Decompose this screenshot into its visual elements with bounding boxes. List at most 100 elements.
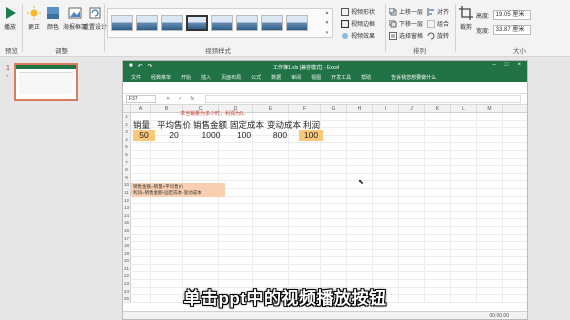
align-button[interactable]: 对齐 <box>427 6 449 17</box>
sheet-cell <box>183 158 219 166</box>
sheet-cell <box>219 150 253 158</box>
sheet-cell <box>451 120 477 128</box>
row-header: 22 <box>123 272 131 280</box>
menu-item: 页面布局 <box>221 74 242 81</box>
color-label: 颜色 <box>46 25 59 31</box>
slide-panel: 1 * <box>0 57 100 320</box>
video-control-bar[interactable]: 00:00.00 <box>123 311 527 319</box>
sheet-cell <box>399 173 425 181</box>
sheet-cell <box>289 188 321 196</box>
video-border-button[interactable]: 视频边框 <box>341 18 375 29</box>
row-header: 3 <box>123 128 131 135</box>
scroll-up-icon[interactable]: ▲ <box>325 10 330 16</box>
sheet-cell <box>131 211 151 219</box>
sheet-cell <box>451 257 477 264</box>
video-style-thumb[interactable] <box>161 15 183 31</box>
video-shape-button[interactable]: 视频形状 <box>341 6 375 17</box>
sheet-row: 5 <box>123 143 527 151</box>
sheet-cell <box>477 226 503 234</box>
video-style-thumb[interactable] <box>211 15 233 31</box>
sheet-cell <box>399 113 425 120</box>
sheet-cell <box>253 196 289 204</box>
sheet-cell <box>183 219 219 226</box>
sheet-cell <box>477 150 503 158</box>
sheet-cell <box>131 234 151 242</box>
sheet-cell <box>347 120 373 128</box>
align-label: 对齐 <box>437 10 450 16</box>
correct-button[interactable]: 更正 <box>27 6 41 31</box>
sheet-row: 17 <box>123 234 527 243</box>
sheet-cell <box>289 166 321 173</box>
video-styles-gallery[interactable]: ▲ ▼ ▾ <box>107 8 333 38</box>
sheet-row: 20 <box>123 257 527 265</box>
height-input[interactable]: 19.05 厘米 <box>492 10 531 20</box>
sheet-cell <box>289 272 321 280</box>
sheet-cell <box>373 234 399 242</box>
sheet-cell <box>347 113 373 120</box>
play-button[interactable]: 播放 <box>3 6 17 31</box>
more-icon[interactable]: ▾ <box>326 30 329 36</box>
sheet-cell <box>219 257 253 264</box>
sheet-cell <box>399 204 425 211</box>
sheet-cell <box>289 181 321 188</box>
sheet-row: 13 <box>123 204 527 212</box>
video-style-thumb[interactable] <box>236 15 258 31</box>
sheet-cell <box>219 211 253 219</box>
sheet-cell <box>321 128 347 135</box>
sheet-cell <box>289 196 321 204</box>
selection-pane-label: 选择窗格 <box>399 34 424 40</box>
video-style-thumb[interactable] <box>261 15 283 31</box>
sheet-cell <box>183 166 219 173</box>
gallery-scroll[interactable]: ▲ ▼ ▾ <box>323 10 331 36</box>
video-style-thumb[interactable] <box>111 15 133 31</box>
video-style-thumb[interactable] <box>136 15 158 31</box>
sheet-cell <box>151 257 183 264</box>
sheet-cell <box>477 257 503 264</box>
video-style-thumb[interactable] <box>286 15 308 31</box>
close-icon: × <box>517 62 521 68</box>
sheet-cell <box>477 181 503 188</box>
sheet-cell <box>399 219 425 226</box>
sheet-cell <box>399 128 425 135</box>
row-header: 9 <box>123 173 131 181</box>
crop-button[interactable]: 裁剪 <box>459 6 473 31</box>
sheet-cell <box>183 249 219 257</box>
rotate-button[interactable]: 旋转 <box>427 30 449 41</box>
row-header: 13 <box>123 204 131 211</box>
width-field[interactable]: 宽度: 33.87 厘米 <box>476 25 531 35</box>
sheet-cell <box>425 196 451 204</box>
sheet-cell <box>321 158 347 166</box>
column-header: B <box>151 105 183 112</box>
send-backward-button[interactable]: 下移一层 <box>389 18 423 29</box>
row-header: 1 <box>123 113 131 120</box>
video-frame[interactable]: ■ ↶ ↷ 工作簿1.xls [兼容模式] - Excel – □ × 文件 经… <box>122 60 528 320</box>
video-effects-button[interactable]: 视频效果 <box>341 30 375 41</box>
sheet-cell <box>373 113 399 120</box>
column-header: F <box>289 105 321 112</box>
row-header: 20 <box>123 257 131 264</box>
bring-forward-button[interactable]: 上移一层 <box>389 6 423 17</box>
sheet-cell <box>321 249 347 257</box>
sheet-cell <box>253 242 289 249</box>
sheet-cell <box>425 166 451 173</box>
column-header: J <box>399 105 425 112</box>
width-input[interactable]: 33.87 厘米 <box>492 25 531 35</box>
sheet-cell <box>451 196 477 204</box>
sheet-cell <box>183 242 219 249</box>
slide-thumbnail[interactable] <box>14 63 78 101</box>
sheet-cell <box>151 204 183 211</box>
group-button[interactable]: 组合 <box>427 18 449 29</box>
color-button[interactable]: 颜色 <box>46 6 60 31</box>
menu-item: 公式 <box>251 74 262 81</box>
video-style-thumb-selected[interactable] <box>186 15 208 31</box>
sheet-cell <box>321 204 347 211</box>
selection-pane-button[interactable]: 选择窗格 <box>389 30 423 41</box>
excel-window-title: 工作簿1.xls [兼容模式] - Excel <box>273 65 340 71</box>
sheet-cell <box>347 188 373 196</box>
height-field[interactable]: 高度: 19.05 厘米 <box>476 10 531 20</box>
crop-label: 裁剪 <box>459 25 472 31</box>
sheet-cell <box>219 166 253 173</box>
scroll-down-icon[interactable]: ▼ <box>325 20 330 26</box>
sheet-cell <box>373 135 399 143</box>
sheet-cell <box>183 257 219 264</box>
